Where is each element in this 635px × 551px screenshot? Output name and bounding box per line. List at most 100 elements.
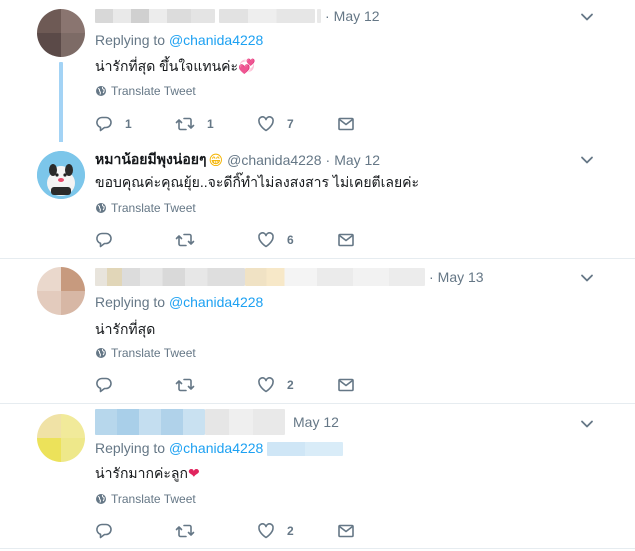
- replying-to-label: Replying to: [95, 440, 166, 456]
- avatar[interactable]: [37, 267, 85, 315]
- chevron-down-icon[interactable]: [579, 152, 595, 168]
- envelope-icon: [338, 233, 354, 247]
- retweet-button[interactable]: 1: [175, 114, 214, 134]
- heart-icon: [258, 232, 274, 248]
- like-count: 6: [287, 233, 294, 247]
- thread-line: [59, 62, 63, 144]
- translate-tweet[interactable]: Translate Tweet: [95, 346, 196, 360]
- tweet-actions: 2: [95, 375, 375, 395]
- like-button[interactable]: 6: [257, 230, 294, 250]
- avatar[interactable]: [37, 9, 85, 57]
- reply-icon: [96, 116, 112, 132]
- replying-to: Replying to @chanida4228: [95, 294, 263, 310]
- direct-message-button[interactable]: [337, 114, 355, 134]
- chevron-down-icon[interactable]: [579, 9, 595, 25]
- translate-tweet[interactable]: Translate Tweet: [95, 84, 196, 98]
- avatar[interactable]: [37, 414, 85, 462]
- display-name-redacted[interactable]: [95, 409, 205, 435]
- tweet-header: · May 12: [95, 6, 380, 26]
- like-button[interactable]: 2: [257, 521, 294, 541]
- globe-icon: [96, 494, 106, 504]
- replying-to-label: Replying to: [95, 32, 166, 48]
- second-handle-redacted[interactable]: [267, 442, 344, 457]
- tweet-header: May 12: [95, 409, 339, 435]
- retweet-icon: [175, 117, 195, 131]
- chevron-down-icon[interactable]: [579, 270, 595, 286]
- display-name[interactable]: หมาน้อยมีพุงน่อยๆ: [95, 149, 207, 171]
- tweet-text: น่ารักมากค่ะลูก❤: [95, 463, 200, 485]
- display-name-redacted[interactable]: [95, 268, 245, 286]
- tweet-4[interactable]: May 12 Replying to @chanida4228 น่ารักมา…: [0, 403, 635, 551]
- globe-icon: [96, 203, 106, 213]
- separator-dot: ·: [325, 152, 331, 168]
- heart-icon: [258, 377, 274, 393]
- like-button[interactable]: 2: [257, 375, 294, 395]
- retweet-icon: [175, 233, 195, 247]
- handle[interactable]: @chanida4228: [227, 152, 321, 168]
- tweet-2[interactable]: หมาน้อยมีพุงน่อยๆ 😁 @chanida4228 · May 1…: [0, 142, 635, 258]
- timestamp[interactable]: May 12: [334, 152, 380, 168]
- direct-message-button[interactable]: [337, 521, 355, 541]
- tweet-header: · May 13: [95, 267, 484, 287]
- heart-icon: [258, 523, 274, 539]
- like-button[interactable]: 7: [257, 114, 294, 134]
- tweet-header: หมาน้อยมีพุงน่อยๆ 😁 @chanida4228 · May 1…: [95, 150, 380, 170]
- retweet-button[interactable]: [175, 375, 207, 395]
- tweet-3[interactable]: · May 13 Replying to @chanida4228 น่ารัก…: [0, 258, 635, 403]
- red-heart-emoji: ❤: [187, 465, 200, 481]
- translate-label[interactable]: Translate Tweet: [111, 346, 196, 360]
- handle-redacted[interactable]: [219, 9, 315, 23]
- reply-button[interactable]: [95, 375, 125, 395]
- display-name-redacted[interactable]: [95, 9, 215, 23]
- tweet-text: น่ารักที่สุด ขึ้นใจแทนค่ะ💞: [95, 56, 256, 78]
- translate-tweet[interactable]: Translate Tweet: [95, 201, 196, 215]
- envelope-icon: [338, 117, 354, 131]
- direct-message-button[interactable]: [337, 375, 355, 395]
- globe-icon: [96, 86, 106, 96]
- retweet-icon: [175, 378, 195, 392]
- replying-to: Replying to @chanida4228: [95, 32, 263, 48]
- translate-tweet[interactable]: Translate Tweet: [95, 492, 196, 506]
- timestamp[interactable]: May 13: [438, 269, 484, 285]
- tweet-text: น่ารักที่สุด: [95, 321, 156, 337]
- like-count: 2: [287, 378, 294, 392]
- reply-icon: [96, 232, 112, 248]
- handle-redacted-2: [317, 9, 321, 23]
- tweet-actions: 1 1 7: [95, 114, 375, 134]
- like-count: 7: [287, 117, 294, 131]
- globe-icon: [96, 348, 106, 358]
- timestamp[interactable]: May 12: [293, 414, 339, 430]
- translate-label[interactable]: Translate Tweet: [111, 201, 196, 215]
- retweet-count: 1: [207, 117, 214, 131]
- reply-button[interactable]: 1: [95, 114, 132, 134]
- separator-dot: ·: [429, 269, 434, 285]
- reply-count: 1: [125, 117, 132, 131]
- separator-dot: ·: [325, 8, 330, 24]
- tweet-actions: 6: [95, 230, 375, 250]
- like-count: 2: [287, 524, 294, 538]
- hearts-emoji: 💞: [238, 58, 256, 74]
- tweet-text-content: น่ารักมากค่ะลูก: [95, 465, 188, 481]
- chevron-down-icon[interactable]: [579, 416, 595, 432]
- envelope-icon: [338, 524, 354, 538]
- translate-label[interactable]: Translate Tweet: [111, 84, 196, 98]
- avatar[interactable]: [37, 151, 85, 199]
- timestamp[interactable]: May 12: [334, 8, 380, 24]
- replying-to: Replying to @chanida4228: [95, 440, 344, 457]
- retweet-button[interactable]: [175, 521, 207, 541]
- replying-to-handle[interactable]: @chanida4228: [169, 294, 263, 310]
- reply-icon: [96, 377, 112, 393]
- replying-to-handle[interactable]: @chanida4228: [169, 32, 263, 48]
- tweet-1[interactable]: · May 12 Replying to @chanida4228 น่ารัก…: [0, 0, 635, 144]
- tweet-text-content: น่ารักที่สุด ขึ้นใจแทนค่ะ: [95, 58, 239, 74]
- reply-button[interactable]: [95, 230, 125, 250]
- bottom-divider: [0, 548, 635, 549]
- direct-message-button[interactable]: [337, 230, 355, 250]
- replying-to-handle[interactable]: @chanida4228: [169, 440, 263, 456]
- handle-redacted[interactable]: [205, 409, 285, 435]
- handle-redacted[interactable]: [245, 268, 425, 286]
- retweet-button[interactable]: [175, 230, 207, 250]
- reply-button[interactable]: [95, 521, 125, 541]
- translate-label[interactable]: Translate Tweet: [111, 492, 196, 506]
- reply-icon: [96, 523, 112, 539]
